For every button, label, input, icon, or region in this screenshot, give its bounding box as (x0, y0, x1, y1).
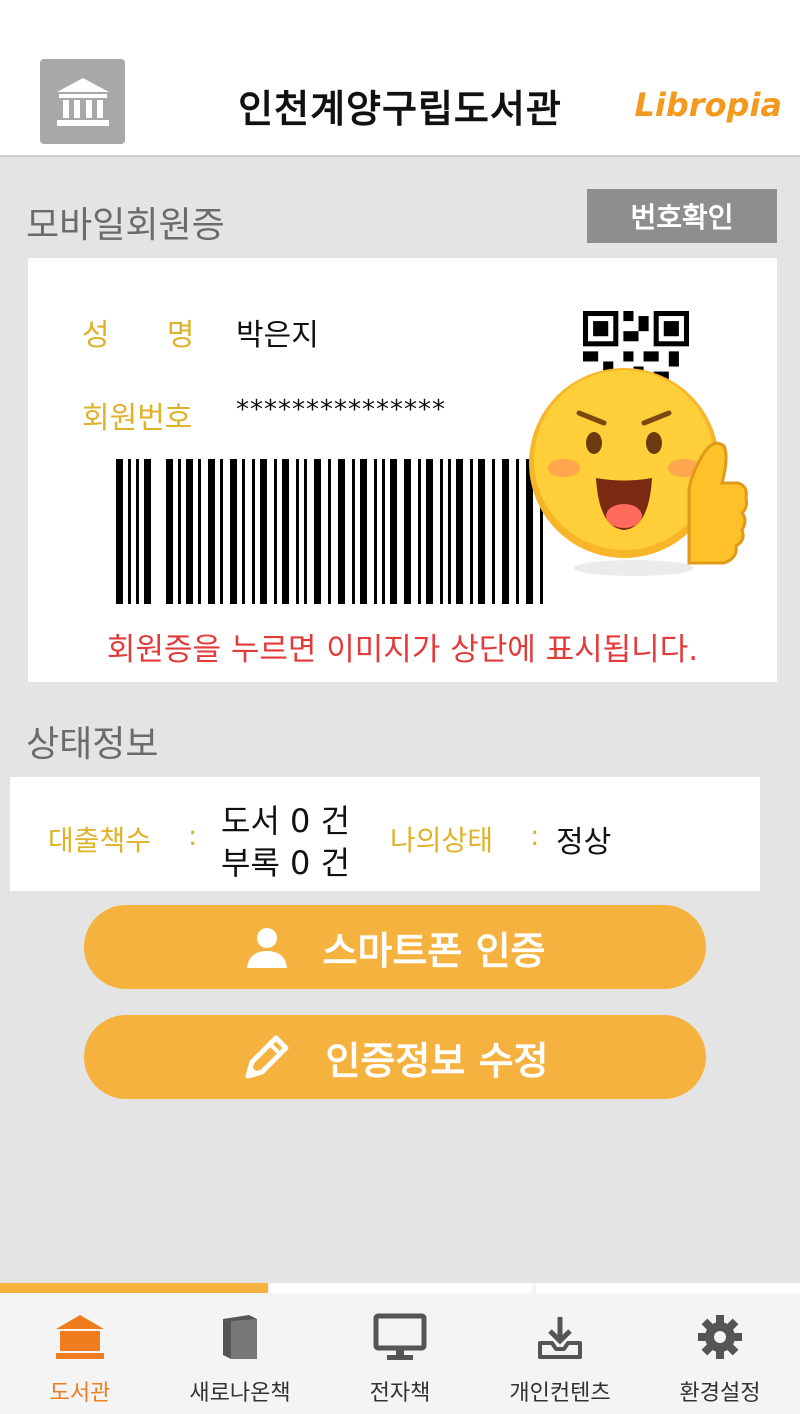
tab-settings-label: 환경설정 (679, 1381, 761, 1406)
status-separator: : (530, 819, 540, 852)
tab-indicator (536, 1283, 800, 1293)
book-icon (223, 1315, 257, 1359)
download-tray-icon (538, 1317, 582, 1359)
tab-ebooks-label: 전자책 (369, 1381, 431, 1406)
monitor-icon (373, 1313, 427, 1360)
member-card-notice: 회원증을 누르면 이미지가 상단에 표시됩니다. (106, 632, 699, 668)
tab-new-books[interactable]: 새로나온책 (160, 1293, 320, 1414)
tab-ebooks[interactable]: 전자책 (320, 1293, 480, 1414)
tab-settings[interactable]: 환경설정 (640, 1293, 800, 1414)
name-label: 성 명 (82, 318, 195, 353)
tab-new-books-label: 새로나온책 (189, 1381, 291, 1406)
smartphone-auth-label: 스마트폰 인증 (322, 928, 546, 973)
my-status-label: 나의상태 (390, 824, 494, 857)
app-header: 인천계양구립도서관 Libropia (0, 0, 800, 157)
member-card-section-title: 모바일회원증 (26, 205, 225, 246)
brand-logo: Libropia (634, 86, 783, 124)
confirm-number-button[interactable]: 번호확인 (587, 189, 777, 243)
status-section-title: 상태정보 (26, 724, 159, 765)
member-number-value: *************** (236, 395, 446, 425)
edit-auth-info-label: 인증정보 수정 (325, 1038, 549, 1083)
member-barcode[interactable] (116, 459, 556, 604)
edit-auth-info-button[interactable]: 인증정보 수정 (84, 1015, 706, 1099)
tab-personal-content[interactable]: 개인컨텐츠 (480, 1293, 640, 1414)
user-icon (246, 928, 287, 968)
my-status-value: 정상 (556, 825, 612, 860)
tab-indicator-active (0, 1283, 268, 1293)
pencil-icon (245, 1035, 288, 1079)
tab-indicator (270, 1283, 532, 1293)
loan-media-count: 부록 0 건 (221, 844, 351, 882)
gear-icon (698, 1315, 742, 1359)
member-number-label: 회원번호 (82, 401, 193, 436)
smartphone-auth-button[interactable]: 스마트폰 인증 (84, 905, 706, 989)
tab-library-label: 도서관 (49, 1381, 111, 1406)
name-value: 박은지 (236, 318, 319, 353)
library-icon (56, 1315, 104, 1359)
thumbs-up-emoji-sticker (529, 368, 748, 576)
tab-library[interactable]: 도서관 (0, 1293, 160, 1414)
loan-separator: : (188, 819, 198, 852)
bottom-tab-bar: 도서관 새로나온책 전자책 개인컨텐츠 환경설정 (0, 1283, 800, 1414)
tab-personal-content-label: 개인컨텐츠 (509, 1381, 611, 1406)
loan-count-label: 대출책수 (48, 824, 152, 857)
loan-books-count: 도서 0 건 (221, 802, 351, 840)
